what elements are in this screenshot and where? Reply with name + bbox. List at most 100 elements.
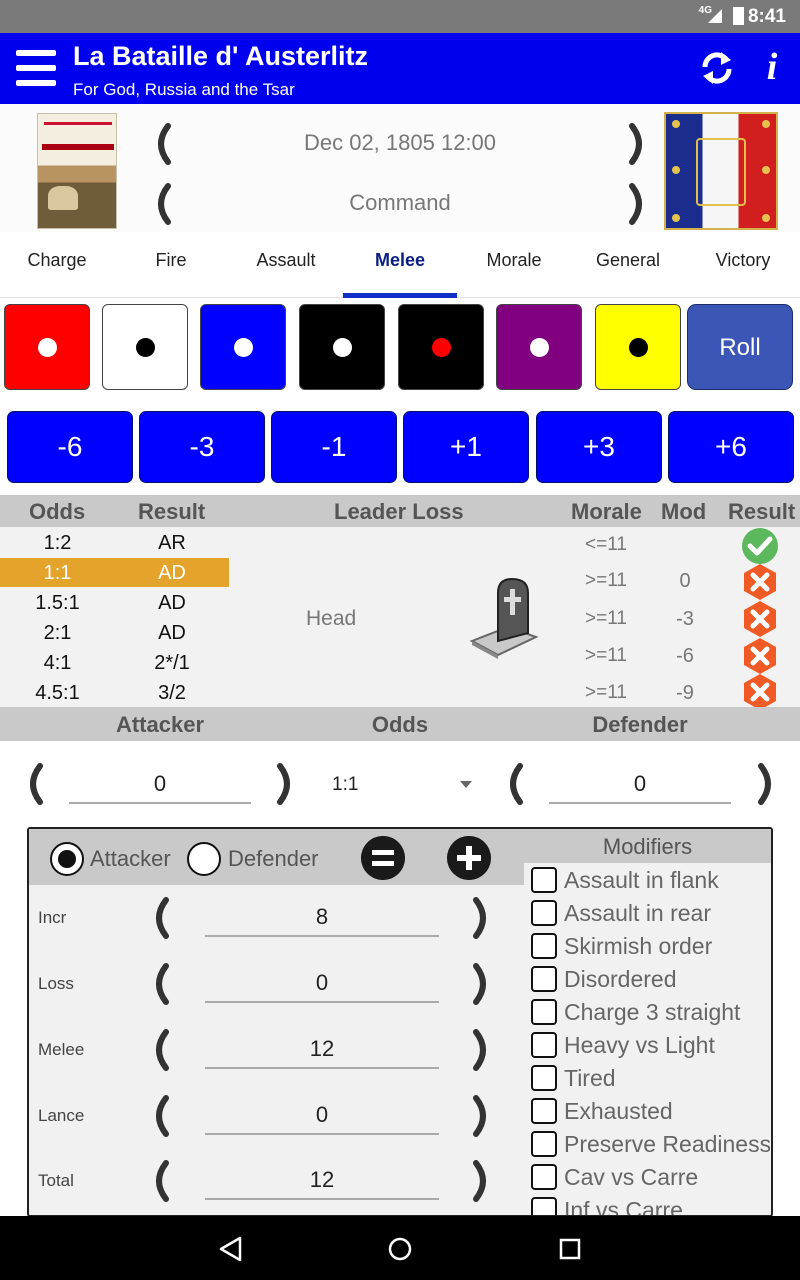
checkbox[interactable]	[531, 999, 557, 1025]
incr-field[interactable]: 8	[205, 897, 439, 937]
checkbox[interactable]	[531, 1098, 557, 1124]
defender-radio-label[interactable]: Defender	[228, 846, 319, 872]
total-field[interactable]: 12	[205, 1160, 439, 1200]
checkbox[interactable]	[531, 1131, 557, 1157]
attacker-strength-field[interactable]: 0	[69, 764, 251, 804]
defender-radio[interactable]	[187, 842, 221, 876]
loss-field[interactable]: 0	[205, 963, 439, 1003]
modifier-label[interactable]: Assault in rear	[564, 900, 711, 927]
defender-strength-field[interactable]: 0	[549, 764, 731, 804]
modifier-plus-1-button[interactable]: +1	[403, 411, 529, 483]
back-icon[interactable]	[218, 1236, 244, 1262]
checkbox[interactable]	[531, 1197, 557, 1215]
modifier-minus-6-button[interactable]: -6	[7, 411, 133, 483]
modifier-label[interactable]: Preserve Readiness	[564, 1131, 770, 1158]
odds-cell[interactable]: 1:2	[0, 528, 115, 558]
tab-charge[interactable]: Charge	[0, 232, 114, 294]
die-7[interactable]	[595, 304, 681, 390]
melee-field[interactable]: 12	[205, 1029, 439, 1069]
modifier-label[interactable]: Cav vs Carre	[564, 1164, 698, 1191]
lance-decrement-button[interactable]	[144, 1094, 174, 1138]
dropdown-caret-icon[interactable]	[460, 781, 472, 788]
defender-decrement-button[interactable]	[498, 762, 528, 806]
tab-victory[interactable]: Victory	[686, 232, 800, 294]
modifier-label[interactable]: Skirmish order	[564, 933, 712, 960]
checkbox[interactable]	[531, 1065, 557, 1091]
result-cell[interactable]: AD	[115, 588, 229, 618]
melee-increment-button[interactable]	[468, 1028, 498, 1072]
fail-x-icon	[744, 674, 776, 710]
checkbox[interactable]	[531, 900, 557, 926]
plus-icon[interactable]	[447, 836, 491, 880]
date-next-button[interactable]	[624, 122, 654, 166]
modifier-minus-3-button[interactable]: -3	[139, 411, 265, 483]
odds-cell-selected[interactable]: 1:1	[0, 558, 115, 588]
incr-increment-button[interactable]	[468, 896, 498, 940]
total-decrement-button[interactable]	[144, 1159, 174, 1203]
die-1[interactable]	[4, 304, 90, 390]
attacker-increment-button[interactable]	[272, 762, 302, 806]
equals-icon[interactable]	[361, 836, 405, 880]
modifier-label[interactable]: Tired	[564, 1065, 616, 1092]
odds-cell[interactable]: 4:1	[0, 648, 115, 678]
result-cell[interactable]: AR	[115, 528, 229, 558]
result-cell-selected[interactable]: AD	[115, 558, 229, 588]
tab-assault[interactable]: Assault	[229, 232, 343, 294]
lance-increment-button[interactable]	[468, 1094, 498, 1138]
fail-x-icon	[744, 638, 776, 674]
result-cell[interactable]: AD	[115, 618, 229, 648]
refresh-icon[interactable]	[697, 48, 737, 88]
tab-melee[interactable]: Melee	[343, 232, 457, 294]
die-3[interactable]	[200, 304, 286, 390]
odds-cell[interactable]: 2:1	[0, 618, 115, 648]
odds-cell[interactable]: 4.5:1	[0, 678, 115, 708]
attacker-radio-label[interactable]: Attacker	[90, 846, 171, 872]
loss-decrement-button[interactable]	[144, 962, 174, 1006]
checkbox[interactable]	[531, 966, 557, 992]
mod-cell: -6	[676, 645, 694, 667]
melee-decrement-button[interactable]	[144, 1028, 174, 1072]
checkbox[interactable]	[531, 1032, 557, 1058]
tab-general[interactable]: General	[571, 232, 685, 294]
modifier-label[interactable]: Disordered	[564, 966, 677, 993]
die-5[interactable]	[398, 304, 484, 390]
attacker-radio[interactable]	[50, 842, 84, 876]
checkbox[interactable]	[531, 1164, 557, 1190]
odds-cell[interactable]: 1.5:1	[0, 588, 115, 618]
phase-prev-button[interactable]	[146, 182, 176, 226]
checkbox[interactable]	[531, 933, 557, 959]
lance-field[interactable]: 0	[205, 1095, 439, 1135]
date-prev-button[interactable]	[146, 122, 176, 166]
menu-icon[interactable]	[16, 48, 58, 88]
incr-decrement-button[interactable]	[144, 896, 174, 940]
checkbox[interactable]	[531, 867, 557, 893]
total-increment-button[interactable]	[468, 1159, 498, 1203]
tab-fire[interactable]: Fire	[114, 232, 228, 294]
modifier-minus-1-button[interactable]: -1	[271, 411, 397, 483]
col-odds: Odds	[29, 499, 86, 524]
modifier-label[interactable]: Assault in flank	[564, 867, 719, 894]
defender-increment-button[interactable]	[753, 762, 783, 806]
phase-next-button[interactable]	[624, 182, 654, 226]
die-pip	[432, 338, 451, 357]
modifier-plus-3-button[interactable]: +3	[536, 411, 662, 483]
modifier-label[interactable]: Inf vs Carre	[564, 1197, 683, 1215]
home-icon[interactable]	[387, 1236, 413, 1262]
defender-header: Defender	[592, 712, 688, 737]
result-cell[interactable]: 3/2	[115, 678, 229, 708]
info-icon[interactable]: i	[758, 45, 786, 89]
modifier-label[interactable]: Charge 3 straight	[564, 999, 740, 1026]
recents-icon[interactable]	[558, 1237, 582, 1261]
odds-select[interactable]: 1:1	[332, 774, 358, 796]
attacker-decrement-button[interactable]	[18, 762, 48, 806]
modifier-label[interactable]: Heavy vs Light	[564, 1032, 715, 1059]
die-6[interactable]	[496, 304, 582, 390]
die-2[interactable]	[102, 304, 188, 390]
tab-morale[interactable]: Morale	[457, 232, 571, 294]
modifier-plus-6-button[interactable]: +6	[668, 411, 794, 483]
die-4[interactable]	[299, 304, 385, 390]
loss-increment-button[interactable]	[468, 962, 498, 1006]
result-cell[interactable]: 2*/1	[115, 648, 229, 678]
modifier-label[interactable]: Exhausted	[564, 1098, 673, 1125]
roll-button[interactable]: Roll	[687, 304, 793, 390]
